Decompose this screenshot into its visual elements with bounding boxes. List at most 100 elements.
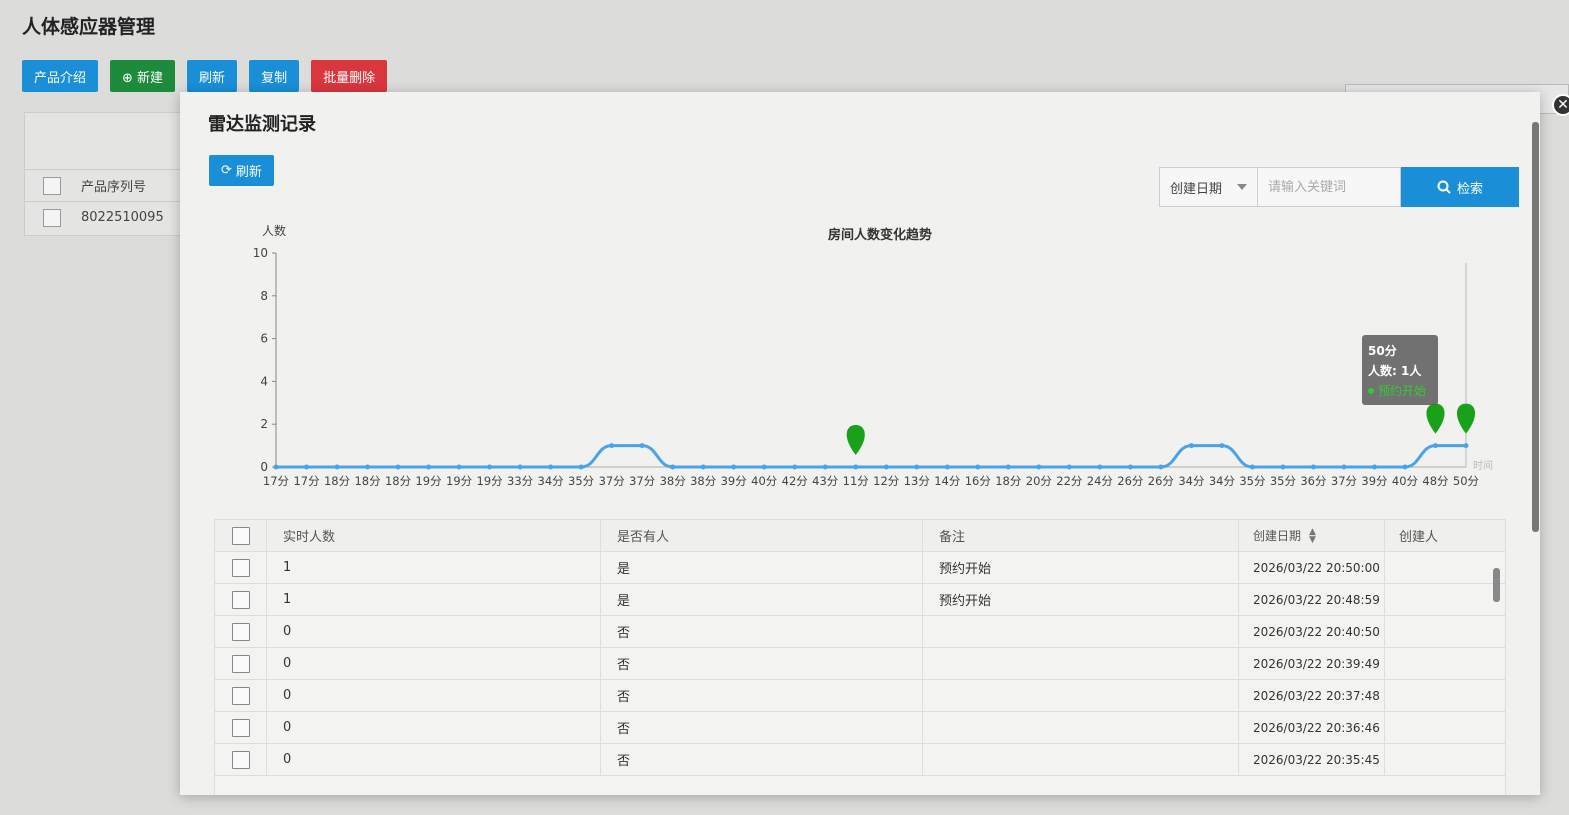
chart-svg: 房间人数变化趋势人数时间024681017分 17分 18分 18分 18分 19分 19分… bbox=[253, 223, 1493, 488]
tooltip-time: 50分 bbox=[1368, 343, 1397, 358]
has-person-header: 是否有人 bbox=[601, 520, 923, 551]
date-header[interactable]: 创建日期 ▲ ▼ bbox=[1239, 520, 1385, 551]
date-field-select[interactable]: 创建日期 bbox=[1159, 167, 1258, 207]
table-row[interactable]: 1 是预约开始 2026/03/22 20:50:00 bbox=[215, 552, 1505, 584]
note-cell: 预约开始 bbox=[923, 584, 1239, 615]
data-point bbox=[1005, 464, 1011, 470]
page-title: 人体感应器管理 bbox=[22, 16, 156, 38]
tooltip-dot bbox=[1368, 388, 1374, 394]
count-cell: 1 bbox=[267, 552, 601, 583]
search-button[interactable]: 检索 bbox=[1401, 167, 1519, 207]
modal-scrollbar[interactable] bbox=[1532, 122, 1539, 532]
data-point bbox=[609, 443, 615, 449]
data-point bbox=[1066, 464, 1072, 470]
table-row[interactable]: 0 否 2026/03/22 20:36:46 bbox=[215, 712, 1505, 744]
table-scrollbar[interactable] bbox=[1491, 554, 1501, 795]
data-point bbox=[1097, 464, 1103, 470]
data-point bbox=[853, 464, 859, 470]
x-tick-label: 37分 bbox=[1331, 474, 1358, 488]
count-cell: 0 bbox=[267, 744, 601, 775]
x-tick-label: 16分 bbox=[965, 474, 992, 488]
x-tick-label: 34分 bbox=[1178, 474, 1205, 488]
data-point bbox=[365, 464, 371, 470]
note-cell: 预约开始 bbox=[923, 552, 1239, 583]
row-checkbox[interactable] bbox=[231, 654, 250, 673]
x-tick-label: 34分 bbox=[538, 474, 565, 488]
row-checkbox[interactable] bbox=[231, 750, 250, 769]
row-checkbox[interactable] bbox=[231, 622, 250, 641]
radar-record-modal: 雷达监测记录 ⟳ 刷新 创建日期 检索 房间人数变化趋势人数时间02468101… bbox=[180, 92, 1540, 795]
table-row[interactable]: 0 否 2026/03/22 20:40:50 bbox=[215, 616, 1505, 648]
bg-refresh-button[interactable]: 刷新 bbox=[187, 60, 238, 92]
data-point bbox=[822, 464, 828, 470]
data-point bbox=[395, 464, 401, 470]
row-checkbox[interactable] bbox=[231, 558, 250, 577]
table-row[interactable]: 0 否 2026/03/22 20:39:49 bbox=[215, 648, 1505, 680]
y-tick-label: 0 bbox=[260, 460, 268, 474]
sort-icon[interactable]: ▲ ▼ bbox=[1309, 527, 1316, 544]
data-point bbox=[273, 464, 279, 470]
data-point bbox=[426, 464, 432, 470]
note-header: 备注 bbox=[923, 520, 1239, 551]
data-point bbox=[792, 464, 798, 470]
y-tick-label: 8 bbox=[260, 289, 268, 303]
x-tick-label: 20分 bbox=[1026, 474, 1053, 488]
table-header: 实时人数 是否有人 备注 创建日期 ▲ ▼ 创建人 bbox=[215, 520, 1505, 552]
date-cell: 2026/03/22 20:37:48 bbox=[1239, 680, 1385, 711]
refresh-button[interactable]: ⟳ 刷新 bbox=[209, 155, 274, 186]
table-row[interactable]: 1 是预约开始 2026/03/22 20:48:59 bbox=[215, 584, 1505, 616]
copy-button[interactable]: 复制 bbox=[249, 60, 300, 92]
data-point bbox=[487, 464, 493, 470]
row-checkbox[interactable] bbox=[231, 686, 250, 705]
x-tick-label: 40分 bbox=[751, 474, 778, 488]
data-point bbox=[944, 464, 950, 470]
creator-cell bbox=[1385, 584, 1505, 615]
data-point bbox=[456, 464, 462, 470]
table-row[interactable]: 0 否 2026/03/22 20:35:45 bbox=[215, 744, 1505, 776]
creator-cell bbox=[1385, 648, 1505, 679]
search-button-label: 检索 bbox=[1456, 181, 1483, 197]
date-select-label: 创建日期 bbox=[1170, 181, 1223, 197]
data-point bbox=[304, 464, 310, 470]
batch-delete-button[interactable]: 批量删除 bbox=[311, 60, 388, 92]
row-checkbox[interactable] bbox=[231, 590, 250, 609]
record-table: 实时人数 是否有人 备注 创建日期 ▲ ▼ 创建人 1 是预约开始 2026/03/2… bbox=[214, 519, 1506, 795]
product-intro-button[interactable]: 产品介绍 bbox=[22, 60, 99, 92]
x-tick-label: 17分 bbox=[263, 474, 290, 488]
x-tick-label: 38分 bbox=[690, 474, 717, 488]
x-tick-label: 39分 bbox=[721, 474, 748, 488]
data-point bbox=[1036, 464, 1042, 470]
row-checkbox[interactable] bbox=[231, 718, 250, 737]
data-point bbox=[1158, 464, 1164, 470]
count-cell: 0 bbox=[267, 616, 601, 647]
date-cell: 2026/03/22 20:35:45 bbox=[1239, 744, 1385, 775]
data-point bbox=[975, 464, 981, 470]
select-all-checkbox[interactable] bbox=[231, 526, 250, 545]
count-cell: 1 bbox=[267, 584, 601, 615]
count-cell: 0 bbox=[267, 680, 601, 711]
x-tick-label: 12分 bbox=[873, 474, 900, 488]
x-tick-label: 18分 bbox=[385, 474, 412, 488]
x-tick-label: 18分 bbox=[995, 474, 1022, 488]
scroll-thumb[interactable] bbox=[1493, 568, 1500, 602]
has-person-cell: 否 bbox=[601, 648, 923, 679]
data-point bbox=[517, 464, 523, 470]
has-person-cell: 否 bbox=[601, 712, 923, 743]
x-tick-label: 38分 bbox=[660, 474, 687, 488]
marker-pin-icon bbox=[1426, 403, 1445, 434]
x-tick-label: 35分 bbox=[1270, 474, 1297, 488]
data-point bbox=[1188, 443, 1194, 449]
table-row[interactable]: 0 否 2026/03/22 20:37:48 bbox=[215, 680, 1505, 712]
new-button[interactable]: ⊕ 新建 bbox=[110, 60, 176, 92]
creator-header: 创建人 bbox=[1399, 530, 1439, 545]
keyword-input[interactable] bbox=[1258, 167, 1401, 207]
data-point bbox=[914, 464, 920, 470]
count-cell: 0 bbox=[267, 648, 601, 679]
select-all-checkbox[interactable] bbox=[43, 176, 61, 195]
data-point bbox=[578, 464, 584, 470]
row-checkbox[interactable] bbox=[43, 208, 61, 227]
count-header: 实时人数 bbox=[267, 520, 601, 551]
close-icon[interactable]: ✕ bbox=[1552, 94, 1569, 116]
data-point bbox=[731, 464, 737, 470]
x-tick-label: 22分 bbox=[1056, 474, 1083, 488]
